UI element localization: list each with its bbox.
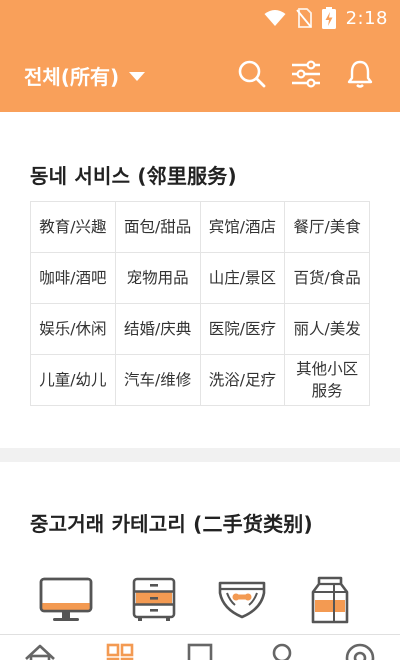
service-cell[interactable]: 儿童/幼儿 <box>30 354 116 406</box>
service-cell[interactable]: 面包/甜品 <box>114 201 201 253</box>
bell-icon <box>347 60 373 88</box>
filter-dropdown[interactable]: 전체(所有) <box>24 60 146 90</box>
filter-settings-button[interactable] <box>290 58 322 90</box>
categories-section-title: 중고거래 카테고리 (二手货类别) <box>30 512 313 536</box>
service-cell[interactable]: 娱乐/休闲 <box>30 303 116 355</box>
services-row: 娱乐/休闲 结婚/庆典 医院/医疗 丽人/美发 <box>30 303 370 355</box>
search-button[interactable] <box>236 58 268 90</box>
app-header: 전체(所有) <box>0 36 400 112</box>
header-actions <box>236 58 376 90</box>
nav-settings[interactable] <box>340 643 380 660</box>
battery-charging-icon <box>321 7 336 29</box>
service-cell[interactable]: 百货/食品 <box>284 252 370 304</box>
chat-icon <box>187 643 213 660</box>
nav-chat[interactable] <box>180 643 220 660</box>
category-furniture[interactable] <box>116 574 192 626</box>
sliders-icon <box>292 60 320 88</box>
service-cell[interactable]: 宾馆/酒店 <box>199 201 286 253</box>
services-row: 咖啡/酒吧 宠物用品 山庄/景区 百货/食品 <box>30 252 370 304</box>
notifications-button[interactable] <box>344 58 376 90</box>
category-row <box>28 574 368 626</box>
services-row: 儿童/幼儿 汽车/维修 洗浴/足疗 其他小区 服务 <box>30 354 370 406</box>
services-grid: 教育/兴趣 面包/甜品 宾馆/酒店 餐厅/美食 咖啡/酒吧 宠物用品 山庄/景区… <box>30 201 370 406</box>
nav-profile[interactable] <box>262 643 302 660</box>
service-cell[interactable]: 洗浴/足疗 <box>199 354 286 406</box>
service-cell[interactable]: 教育/兴趣 <box>30 201 116 253</box>
service-cell[interactable]: 结婚/庆典 <box>114 303 201 355</box>
no-sim-icon <box>295 8 312 28</box>
search-icon <box>238 60 266 88</box>
monitor-icon <box>39 577 93 621</box>
nav-categories[interactable] <box>100 643 140 660</box>
category-baby[interactable] <box>204 574 280 626</box>
service-cell[interactable]: 咖啡/酒吧 <box>30 252 116 304</box>
service-cell[interactable]: 餐厅/美食 <box>284 201 370 253</box>
nav-home[interactable] <box>20 643 60 660</box>
service-cell[interactable]: 汽车/维修 <box>114 354 201 406</box>
filter-label: 전체(所有) <box>24 64 120 89</box>
home-icon <box>25 644 55 660</box>
bottom-nav <box>0 634 400 660</box>
status-bar: 2:18 <box>0 0 400 36</box>
service-cell[interactable]: 丽人/美发 <box>284 303 370 355</box>
service-cell[interactable]: 医院/医疗 <box>199 303 286 355</box>
settings-icon <box>345 643 375 660</box>
grid-icon <box>106 643 134 660</box>
status-time: 2:18 <box>345 7 388 29</box>
milk-carton-icon <box>311 576 349 624</box>
services-row: 教育/兴趣 面包/甜品 宾馆/酒店 餐厅/美食 <box>30 201 370 253</box>
wifi-icon <box>264 10 286 26</box>
diaper-icon <box>218 581 266 619</box>
category-electronics[interactable] <box>28 574 104 626</box>
category-food[interactable] <box>292 574 368 626</box>
services-section-title: 동네 서비스 (邻里服务) <box>30 164 237 188</box>
service-cell[interactable]: 山庄/景区 <box>199 252 286 304</box>
status-icons: 2:18 <box>264 6 388 30</box>
person-icon <box>272 643 292 660</box>
drawer-cabinet-icon <box>132 577 176 621</box>
caret-down-icon <box>129 71 146 81</box>
section-divider <box>0 448 400 462</box>
service-cell[interactable]: 其他小区 服务 <box>284 354 370 406</box>
service-cell[interactable]: 宠物用品 <box>114 252 201 304</box>
